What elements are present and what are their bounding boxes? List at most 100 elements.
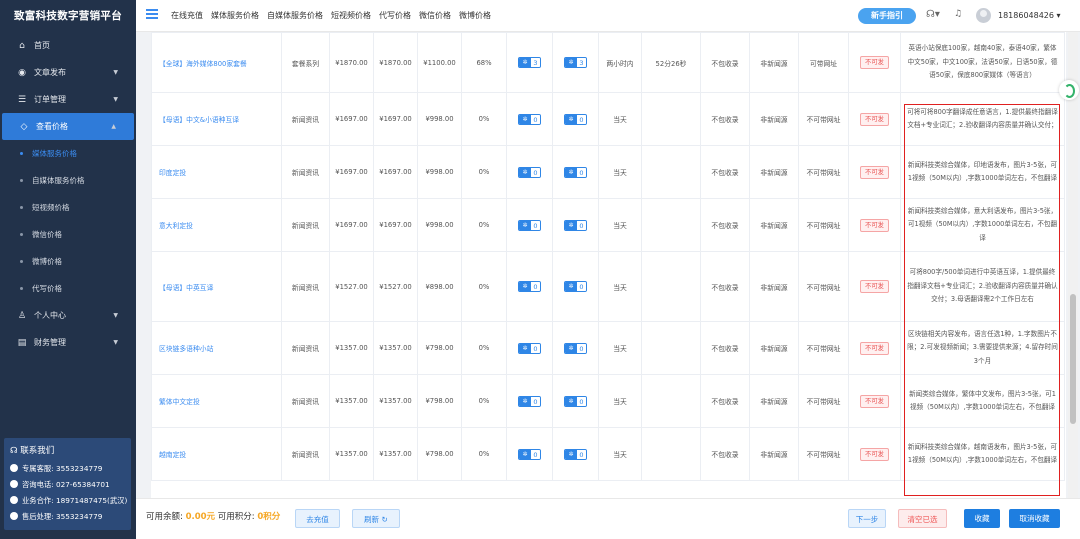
cell-pct: 0%	[461, 198, 507, 252]
top-nav-link[interactable]: 自媒体服务价格	[267, 11, 323, 20]
support-icon[interactable]: ☊▾	[926, 9, 940, 20]
submenu-item[interactable]: 代写价格	[0, 275, 136, 302]
menu-toggle-icon[interactable]	[146, 9, 158, 19]
cell-p3: ¥1100.00	[417, 32, 462, 93]
paw-icon: ✲	[565, 167, 577, 177]
top-nav-link[interactable]: 代写价格	[379, 11, 411, 20]
next-step-button[interactable]: 下一步	[848, 509, 886, 528]
top-nav-link[interactable]: 微信价格	[419, 11, 451, 20]
cell-p3: ¥898.00	[417, 251, 462, 322]
submenu-item[interactable]: 短视频价格	[0, 194, 136, 221]
paw-icon: ✲	[565, 449, 577, 459]
submenu-item[interactable]: 媒体服务价格	[0, 140, 136, 167]
media-name-link[interactable]: 【母语】中英互译	[151, 251, 282, 322]
top-nav-link[interactable]: 在线充值	[171, 11, 203, 20]
count-badge[interactable]: ✲ 0	[518, 395, 541, 407]
count-badge[interactable]: ✲ 0	[518, 281, 541, 292]
table-row: 区块链多语种小站 新闻资讯 ¥1357.00 ¥1357.00 ¥798.00 0% ✲ 0 ✲…	[151, 321, 1065, 375]
count-badge[interactable]: ✲ 0	[564, 281, 587, 292]
table-row: 【母语】中文&小语种互译 新闻资讯 ¥1697.00 ¥1697.00 ¥998.00 0…	[151, 92, 1065, 146]
count-badge[interactable]: ✲ 0	[564, 395, 587, 407]
app-logo: 致富科技数字营销平台	[14, 10, 122, 22]
count-badge[interactable]: ✲ 3	[564, 57, 587, 68]
cell-link: 不可带网址	[798, 198, 849, 252]
count-badge[interactable]: ✲ 0	[564, 113, 587, 125]
cell-pct: 0%	[461, 374, 507, 428]
count-badge[interactable]: ✲ 0	[564, 166, 587, 178]
media-name-link[interactable]: 【全球】海外媒体800家套餐	[151, 32, 282, 93]
uncollect-button[interactable]: 取消收藏	[1009, 509, 1060, 528]
top-nav-link[interactable]: 短视频价格	[331, 11, 371, 20]
scrollbar-thumb[interactable]	[1070, 294, 1076, 424]
top-nav-link[interactable]: 媒体服务价格	[211, 11, 259, 20]
cell-b2: ✲ 3	[552, 32, 599, 93]
sidebar-item-1[interactable]: ◉ 文章发布 ▼	[0, 59, 136, 86]
media-name-link[interactable]: 印度定投	[151, 145, 282, 199]
chevron-down-icon: ▼	[113, 69, 118, 76]
sidebar-item-0[interactable]: ⌂ 首页	[0, 32, 136, 59]
cell-p1: ¥1357.00	[329, 321, 374, 375]
cell-desc: 可将800字/500单词进行中英语互译，1.提供最终指翻译文档+专业词汇；2.验…	[900, 251, 1065, 322]
submenu-item[interactable]: 微博价格	[0, 248, 136, 275]
count-badge[interactable]: ✲ 0	[518, 113, 541, 125]
points-value: 0积分	[257, 512, 281, 522]
price-table-panel: 【全球】海外媒体800家套餐 套餐系列 ¥1870.00 ¥1870.00 ¥1100.…	[151, 32, 1066, 498]
clear-selected-button[interactable]: 清空已选	[898, 509, 947, 528]
cell-src: 非新闻源	[749, 321, 799, 375]
cell-b2: ✲ 0	[552, 427, 599, 481]
sidebar-item-3[interactable]: ◇ 查看价格 ▲	[2, 113, 134, 140]
submenu-item[interactable]: 自媒体服务价格	[0, 167, 136, 194]
count-badge[interactable]: ✲ 0	[518, 448, 541, 460]
count-badge[interactable]: ✲ 0	[564, 448, 587, 460]
compass-icon: ◉	[18, 68, 26, 78]
media-name-link[interactable]: 越南定投	[151, 427, 282, 481]
count-badge[interactable]: ✲ 0	[518, 166, 541, 178]
cell-pct: 0%	[461, 251, 507, 322]
scrollbar[interactable]	[1068, 32, 1078, 498]
cell-desc: 新闻科技类综合媒体，意大利语发布，图片3-5张，可1视频（50M以内）,字数10…	[900, 198, 1065, 252]
media-name-link[interactable]: 繁体中文定投	[151, 374, 282, 428]
cell-p2: ¥1697.00	[373, 145, 418, 199]
cell-b1: ✲ 0	[506, 427, 553, 481]
submenu-item[interactable]: 微信价格	[0, 221, 136, 248]
float-help-icon[interactable]	[1059, 80, 1079, 100]
avatar[interactable]	[976, 8, 991, 23]
count-badge[interactable]: ✲ 0	[564, 342, 587, 354]
recharge-button[interactable]: 去充值	[295, 509, 340, 528]
media-name-link[interactable]: 意大利定投	[151, 198, 282, 252]
paw-icon: ✲	[519, 58, 531, 67]
count-badge[interactable]: ✲ 0	[518, 342, 541, 354]
collect-button[interactable]: 收藏	[964, 509, 1000, 528]
sidebar: 致富科技数字营销平台 ⌂ 首页 ◉ 文章发布 ▼ ☰ 订单管理 ▼ ◇ 查看价格 ▲ 媒体服务价格自…	[0, 0, 136, 539]
sidebar-item-label: 首页	[34, 41, 50, 50]
cell-desc: 可将可将800字翻译成任意语言，1.提供最终指翻译文档+专业词汇；2.验收翻译内…	[900, 92, 1065, 146]
refresh-button[interactable]: 刷新 ↻	[352, 509, 400, 528]
cell-inc: 不包收录	[700, 374, 750, 428]
paw-icon: ✲	[519, 282, 531, 291]
sidebar-item-2[interactable]: ☰ 订单管理 ▼	[0, 86, 136, 113]
contact-dot-icon	[10, 512, 18, 520]
bell-icon[interactable]: ♫	[954, 9, 962, 19]
cell-src: 非新闻源	[749, 251, 799, 322]
sidebar-item-10[interactable]: ♙ 个人中心 ▼	[0, 302, 136, 329]
media-name-link[interactable]: 区块链多语种小站	[151, 321, 282, 375]
guide-button[interactable]: 新手指引	[858, 8, 916, 24]
user-phone[interactable]: 18186048426 ▾	[998, 0, 1061, 32]
top-nav-link[interactable]: 微博价格	[459, 11, 491, 20]
status-badge: 不可发	[860, 56, 889, 69]
count-badge[interactable]: ✲ 0	[518, 219, 541, 231]
count-badge[interactable]: ✲ 0	[564, 219, 587, 231]
chevron-down-icon: ▼	[113, 339, 118, 346]
count-badge[interactable]: ✲ 3	[518, 57, 541, 68]
cell-status: 不可发	[848, 145, 901, 199]
sidebar-item-11[interactable]: ▤ 财务管理 ▼	[0, 329, 136, 356]
cell-time: 当天	[598, 374, 642, 428]
contact-panel: ☊ 联系我们 专属客服: 3553234779 咨询电话: 027-6538470…	[4, 438, 131, 530]
paw-icon: ✲	[519, 220, 531, 230]
cell-status: 不可发	[848, 321, 901, 375]
cell-time: 当天	[598, 427, 642, 481]
cell-inc: 不包收录	[700, 321, 750, 375]
cell-time: 当天	[598, 92, 642, 146]
cell-type: 新闻资讯	[281, 427, 330, 481]
media-name-link[interactable]: 【母语】中文&小语种互译	[151, 92, 282, 146]
